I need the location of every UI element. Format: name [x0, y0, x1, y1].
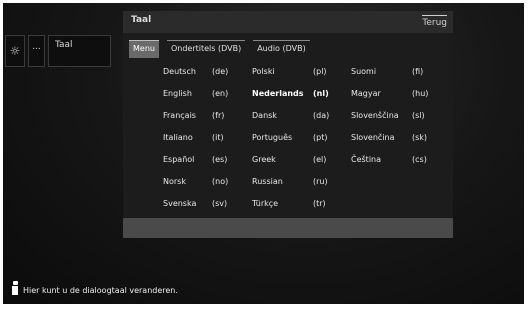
lang-name[interactable]: Español	[163, 155, 194, 164]
lang-code: (sv)	[212, 199, 228, 208]
lang-name[interactable]: Português	[252, 133, 292, 142]
lang-name[interactable]: English	[163, 89, 192, 98]
lang-code: (pl)	[313, 67, 327, 76]
lang-name[interactable]: Dansk	[252, 111, 277, 120]
lang-code: (no)	[212, 177, 229, 186]
lang-code: (es)	[212, 155, 228, 164]
left-panel: ☼ ... Taal	[5, 35, 111, 67]
lang-code: (hu)	[412, 89, 429, 98]
tab-subtitles-dvb[interactable]: Ondertitels (DVB)	[166, 40, 246, 58]
lang-code: (el)	[313, 155, 327, 164]
settings-gear-icon[interactable]: ☼	[5, 35, 25, 67]
back-button[interactable]: Terug	[422, 15, 447, 28]
dialog-bottom-bar	[123, 218, 453, 238]
tab-menu[interactable]: Menu	[129, 40, 159, 58]
lang-name[interactable]: Norsk	[163, 177, 186, 186]
lang-name[interactable]: Greek	[252, 155, 276, 164]
lang-name[interactable]: Deutsch	[163, 67, 196, 76]
lang-code: (cs)	[412, 155, 427, 164]
lang-code: (en)	[212, 89, 229, 98]
lang-name[interactable]: Français	[163, 111, 196, 120]
lang-name[interactable]: Čeština	[351, 155, 381, 164]
lang-name[interactable]: Italiano	[163, 133, 193, 142]
page-title: Taal	[131, 15, 152, 25]
language-grid: Deutsch (de) English (en) Français (fr) …	[163, 67, 453, 227]
lang-name[interactable]: Türkçe	[252, 199, 278, 208]
lang-code: (it)	[212, 133, 224, 142]
menu-item-taal[interactable]: Taal	[48, 35, 111, 67]
lang-code: (da)	[313, 111, 330, 120]
tv-screen: ☼ ... Taal Taal Terug Menu Ondertitels (…	[3, 3, 524, 304]
lang-name[interactable]: Svenska	[163, 199, 196, 208]
info-text: Hier kunt u de dialoogtaal veranderen.	[23, 286, 178, 295]
lang-code: (pt)	[313, 133, 328, 142]
lang-name[interactable]: Magyar	[351, 89, 381, 98]
more-menu-item[interactable]: ...	[28, 35, 45, 67]
header-bar: Taal Terug	[123, 11, 453, 34]
lang-code: (fr)	[212, 111, 225, 120]
tab-bar: Menu Ondertitels (DVB) Audio (DVB)	[129, 40, 310, 58]
lang-name[interactable]: Russian	[252, 177, 283, 186]
lang-code: (ru)	[313, 177, 328, 186]
lang-name[interactable]: Suomi	[351, 67, 376, 76]
lang-name-selected[interactable]: Nederlands	[252, 89, 304, 98]
lang-code-selected: (nl)	[313, 89, 329, 98]
info-icon	[11, 281, 19, 295]
lang-code: (de)	[212, 67, 229, 76]
info-bar: Hier kunt u de dialoogtaal veranderen.	[11, 281, 178, 295]
lang-code: (fi)	[412, 67, 424, 76]
lang-name[interactable]: Slovenčina	[351, 133, 395, 142]
lang-code: (sk)	[412, 133, 428, 142]
lang-code: (sl)	[412, 111, 425, 120]
lang-code: (tr)	[313, 199, 326, 208]
lang-name[interactable]: Polski	[252, 67, 275, 76]
tab-audio-dvb[interactable]: Audio (DVB)	[253, 40, 310, 58]
lang-name[interactable]: Slovenščina	[351, 111, 399, 120]
language-dialog: Menu Ondertitels (DVB) Audio (DVB) Deuts…	[123, 33, 453, 238]
